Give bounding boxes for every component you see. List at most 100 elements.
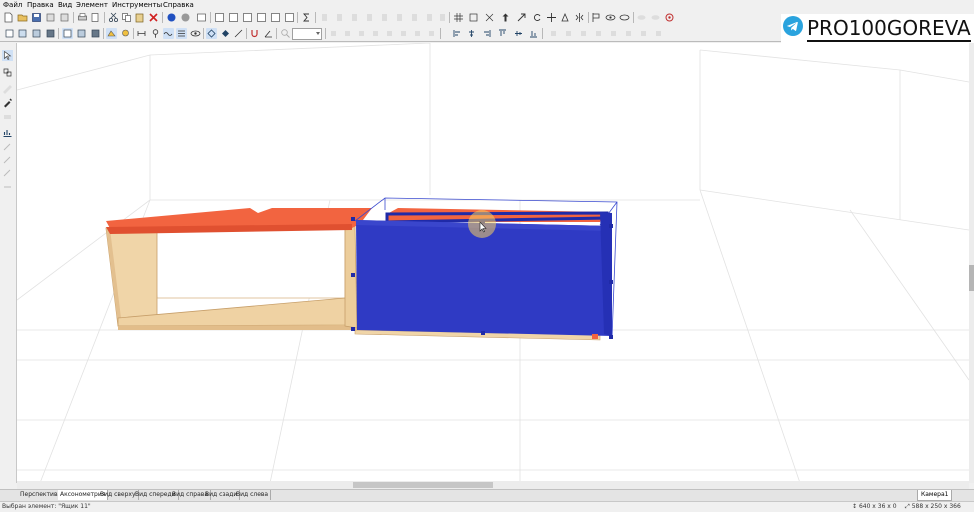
menu-help[interactable]: Справка <box>163 1 194 10</box>
box-icon[interactable] <box>31 28 42 39</box>
distribute-icon[interactable] <box>484 12 495 23</box>
edit-icon-8 <box>426 28 437 39</box>
paste-icon[interactable] <box>134 12 145 23</box>
move-icon[interactable] <box>546 12 557 23</box>
align-center-icon[interactable] <box>466 28 477 39</box>
tool-icon-9 <box>2 167 13 178</box>
tab-left-view[interactable]: Вид слева <box>234 490 272 500</box>
left-toolbar <box>0 43 17 483</box>
drawer-selected[interactable] <box>351 197 618 339</box>
snap-icon[interactable] <box>468 12 479 23</box>
status-bar: Выбран элемент: "Ящик 11" ↕ 640 x 36 x 0… <box>0 501 974 512</box>
view-mode-icon-3[interactable] <box>90 28 101 39</box>
menu-tools[interactable]: Инструменты <box>112 1 162 10</box>
new-file-icon[interactable] <box>3 12 14 23</box>
size-b-value: 588 x 250 x 366 <box>911 503 961 510</box>
tool-icon-10 <box>2 182 13 193</box>
arrow-diag-icon[interactable] <box>516 12 527 23</box>
save-icon[interactable] <box>31 12 42 23</box>
panel-icon[interactable] <box>17 28 28 39</box>
light-icon[interactable] <box>106 28 117 39</box>
view-tabs: Перспектива Аксонометрия Вид сверху Вид … <box>0 489 974 501</box>
arrow-up-icon[interactable] <box>500 12 511 23</box>
snap-edge-icon[interactable] <box>220 28 231 39</box>
print-icon[interactable] <box>77 12 88 23</box>
space-icon-7 <box>638 28 649 39</box>
lamp-icon[interactable] <box>120 28 131 39</box>
flag-icon[interactable] <box>591 12 602 23</box>
dimension-icon[interactable] <box>136 28 147 39</box>
snap-point-icon[interactable] <box>206 28 217 39</box>
view-icon-6[interactable] <box>284 12 295 23</box>
tool-icon-7 <box>2 141 13 152</box>
sum-icon[interactable] <box>301 12 312 23</box>
eye-icon[interactable] <box>605 12 616 23</box>
settings-icon[interactable] <box>664 12 675 23</box>
magnet-icon[interactable] <box>249 28 260 39</box>
snap-face-icon[interactable] <box>233 28 244 39</box>
angle-icon[interactable] <box>263 28 274 39</box>
align-bottom-icon[interactable] <box>528 28 539 39</box>
eraser-icon <box>2 111 13 122</box>
visibility-icon[interactable] <box>190 28 201 39</box>
lines-icon[interactable] <box>176 28 187 39</box>
select-arrow-icon[interactable] <box>2 50 13 61</box>
view-icon-2[interactable] <box>228 12 239 23</box>
edit-icon-6 <box>398 28 409 39</box>
chart-icon[interactable] <box>2 127 13 138</box>
multi-select-icon[interactable] <box>2 67 13 78</box>
edit-icon-2 <box>342 28 353 39</box>
select-box-icon[interactable] <box>4 28 15 39</box>
align-icon-8 <box>424 12 435 23</box>
mirror-icon[interactable] <box>574 12 585 23</box>
render-icon[interactable] <box>196 12 207 23</box>
cut-icon[interactable] <box>108 12 119 23</box>
telegram-icon <box>783 16 803 36</box>
view-icon-1[interactable] <box>214 12 225 23</box>
align-left-icon[interactable] <box>452 28 463 39</box>
eye-closed-icon[interactable] <box>619 12 630 23</box>
rotate-icon[interactable] <box>532 12 543 23</box>
space-icon-3 <box>578 28 589 39</box>
pin-icon[interactable] <box>150 28 161 39</box>
align-middle-icon[interactable] <box>513 28 524 39</box>
print-preview-icon[interactable] <box>90 12 101 23</box>
menu-edit[interactable]: Правка <box>27 1 54 10</box>
zoom-select[interactable] <box>292 28 322 40</box>
align-icon-4 <box>364 12 375 23</box>
align-icon-2 <box>334 12 345 23</box>
wave-icon[interactable] <box>163 28 174 39</box>
align-icon-9 <box>437 12 448 23</box>
3d-viewport[interactable] <box>17 43 969 483</box>
align-right-icon[interactable] <box>481 28 492 39</box>
menu-file[interactable]: Файл <box>3 1 22 10</box>
horizontal-scroll-thumb[interactable] <box>353 482 493 488</box>
align-top-icon[interactable] <box>497 28 508 39</box>
view-mode-icon-2[interactable] <box>76 28 87 39</box>
tab-camera[interactable]: Камера1 <box>917 490 953 501</box>
ruler-icon <box>2 84 13 95</box>
eyedropper-icon[interactable] <box>2 97 13 108</box>
material-icon[interactable] <box>166 12 177 23</box>
space-icon-4 <box>593 28 604 39</box>
cabinet-icon[interactable] <box>45 28 56 39</box>
view-icon-3[interactable] <box>242 12 253 23</box>
texture-icon[interactable] <box>180 12 191 23</box>
delete-icon[interactable] <box>148 12 159 23</box>
view-icon-4[interactable] <box>256 12 267 23</box>
copy-icon[interactable] <box>121 12 132 23</box>
import-icon[interactable] <box>59 12 70 23</box>
scale-icon[interactable] <box>560 12 571 23</box>
view-mode-icon-1[interactable] <box>62 28 73 39</box>
menu-bar: Файл Правка Вид Элемент Инструменты Спра… <box>0 0 974 11</box>
grid-icon[interactable] <box>453 12 464 23</box>
export-icon[interactable] <box>45 12 56 23</box>
view-icon-5[interactable] <box>270 12 281 23</box>
horizontal-scrollbar[interactable] <box>17 481 969 489</box>
vertical-scrollbar[interactable] <box>969 43 974 483</box>
menu-element[interactable]: Элемент <box>76 1 108 10</box>
zoom-icon <box>280 28 291 39</box>
open-folder-icon[interactable] <box>17 12 28 23</box>
vertical-scroll-thumb[interactable] <box>969 265 974 291</box>
menu-view[interactable]: Вид <box>58 1 72 10</box>
